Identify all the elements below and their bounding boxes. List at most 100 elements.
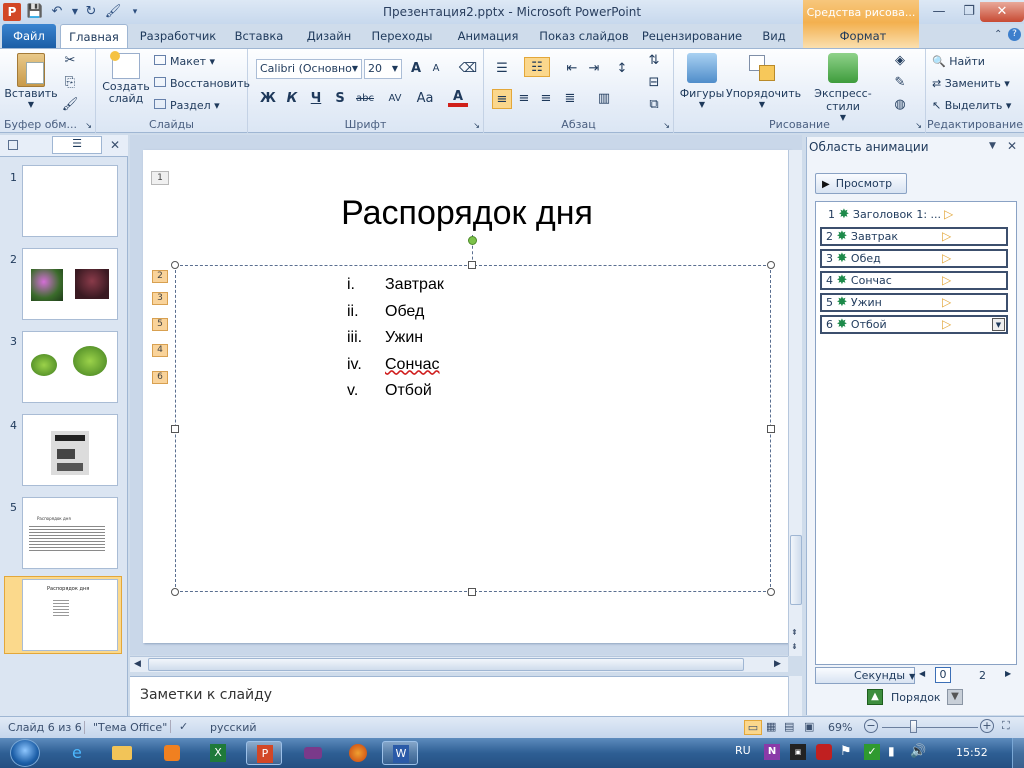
slide-thumbnail-5[interactable]: Распорядок дня bbox=[22, 497, 118, 569]
fit-to-window-icon[interactable]: ⛶ bbox=[1002, 719, 1010, 733]
list-item[interactable]: v. Отбой bbox=[347, 378, 444, 405]
tab-file[interactable]: Файл bbox=[2, 24, 56, 48]
close-animation-pane-icon[interactable]: ✕ bbox=[1007, 139, 1017, 153]
internet-explorer-icon[interactable]: e bbox=[62, 741, 98, 765]
align-center-icon[interactable]: ≡ bbox=[514, 89, 534, 109]
content-placeholder[interactable] bbox=[175, 265, 771, 592]
pane-menu-icon[interactable]: ▼ bbox=[989, 141, 996, 151]
slides-tab-icon[interactable] bbox=[8, 140, 18, 150]
animation-item[interactable]: 6 ✸ Отбой ▷ ▼ bbox=[820, 315, 1008, 334]
paste-button[interactable]: Вставить ▼ bbox=[4, 53, 58, 109]
slide-thumbnail-1[interactable] bbox=[22, 165, 118, 237]
clear-formatting-icon[interactable]: ⌫ bbox=[458, 59, 478, 79]
resize-handle[interactable] bbox=[767, 425, 775, 433]
animation-item[interactable]: 2 ✸ Завтрак ▷ bbox=[820, 227, 1008, 246]
zoom-slider-thumb[interactable] bbox=[910, 720, 917, 733]
drawing-launcher-icon[interactable]: ↘ bbox=[915, 121, 922, 130]
help-icon[interactable]: ? bbox=[1008, 28, 1021, 41]
animation-tag[interactable]: 4 bbox=[152, 344, 168, 357]
animation-tag[interactable]: 5 bbox=[152, 318, 168, 331]
resize-handle[interactable] bbox=[171, 425, 179, 433]
slide-thumbnail-4[interactable] bbox=[22, 414, 118, 486]
excel-icon[interactable]: X bbox=[200, 741, 236, 765]
firefox-icon[interactable] bbox=[340, 741, 376, 765]
new-slide-button[interactable]: Создать слайд bbox=[102, 51, 150, 105]
zoom-level[interactable]: 69% bbox=[828, 721, 852, 734]
slide-thumbnail-6[interactable]: Распорядок дня bbox=[22, 579, 118, 651]
minimize-ribbon-icon[interactable]: ⌃ bbox=[994, 29, 1002, 40]
slide-thumbnail-2[interactable] bbox=[22, 248, 118, 320]
close-pane-icon[interactable]: ✕ bbox=[110, 138, 120, 152]
seconds-dropdown[interactable]: Секунды ▼ bbox=[815, 667, 915, 684]
animation-tag[interactable]: 2 bbox=[152, 270, 168, 283]
shape-effects-icon[interactable]: ◍ bbox=[890, 95, 910, 115]
cut-icon[interactable]: ✂ bbox=[60, 51, 80, 71]
animation-item[interactable]: 1 ✸ Заголовок 1: ... ▷ bbox=[820, 205, 1008, 224]
italic-button[interactable]: К bbox=[282, 89, 302, 109]
resize-handle[interactable] bbox=[767, 261, 775, 269]
font-size-combo[interactable]: 20 ▼ bbox=[364, 59, 402, 79]
align-left-icon[interactable]: ≡ bbox=[492, 89, 512, 109]
tab-view[interactable]: Вид bbox=[752, 24, 796, 48]
powerpoint-taskbar-icon[interactable]: P bbox=[246, 741, 282, 765]
minimize-button[interactable]: — bbox=[926, 2, 952, 22]
shrink-font-icon[interactable]: A bbox=[426, 59, 446, 79]
zoom-out-icon[interactable]: − bbox=[864, 719, 878, 733]
shape-outline-icon[interactable]: ✎ bbox=[890, 73, 910, 93]
resize-handle[interactable] bbox=[767, 588, 775, 596]
vertical-scroll-thumb[interactable] bbox=[790, 535, 802, 605]
find-button[interactable]: 🔍 Найти bbox=[932, 55, 985, 68]
char-spacing-button[interactable]: AV bbox=[382, 89, 408, 109]
bullets-icon[interactable]: ☰ bbox=[492, 59, 512, 79]
resize-handle[interactable] bbox=[171, 261, 179, 269]
input-language[interactable]: RU bbox=[735, 744, 751, 757]
slide-sorter-icon[interactable]: ▦ bbox=[766, 720, 776, 733]
list-item[interactable]: i. Завтрак bbox=[347, 272, 444, 299]
tab-review[interactable]: Рецензирование bbox=[638, 24, 746, 48]
smartart-icon[interactable]: ⧉ bbox=[644, 95, 664, 115]
numbering-icon[interactable]: ☷ bbox=[524, 57, 550, 77]
line-spacing-icon[interactable]: ↕ bbox=[612, 59, 632, 79]
close-button[interactable]: ✕ bbox=[980, 2, 1024, 22]
list-item[interactable]: ii. Обед bbox=[347, 299, 444, 326]
tab-format[interactable]: Формат bbox=[820, 24, 906, 48]
clock[interactable]: 15:52 bbox=[956, 746, 988, 759]
shapes-button[interactable]: Фигуры ▼ bbox=[678, 53, 726, 109]
bold-button[interactable]: Ж bbox=[258, 89, 278, 109]
network-icon[interactable]: ▮ bbox=[888, 744, 895, 758]
underline-button[interactable]: Ч bbox=[306, 89, 326, 109]
reset-button[interactable]: Восстановить bbox=[154, 77, 250, 90]
reading-view-icon[interactable]: ▤ bbox=[784, 720, 794, 733]
tab-transitions[interactable]: Переходы bbox=[366, 24, 438, 48]
zoom-slider[interactable] bbox=[882, 727, 978, 728]
tray-app-icon[interactable]: ▣ bbox=[790, 744, 806, 760]
green-app-icon[interactable] bbox=[294, 741, 330, 765]
tab-home[interactable]: Главная bbox=[60, 24, 128, 49]
animation-item[interactable]: 5 ✸ Ужин ▷ bbox=[820, 293, 1008, 312]
move-down-icon[interactable]: ▼ bbox=[947, 689, 963, 705]
tab-design[interactable]: Дизайн bbox=[296, 24, 362, 48]
rotate-handle[interactable] bbox=[468, 236, 477, 245]
timeline-start[interactable]: 0 bbox=[935, 667, 951, 683]
onenote-tray-icon[interactable]: N bbox=[764, 744, 780, 760]
antivirus-tray-icon[interactable] bbox=[816, 744, 832, 760]
slide-thumbnail-3[interactable] bbox=[22, 331, 118, 403]
justify-icon[interactable]: ≣ bbox=[560, 89, 580, 109]
item-dropdown-icon[interactable]: ▼ bbox=[992, 318, 1005, 331]
clipboard-launcher-icon[interactable]: ↘ bbox=[85, 121, 92, 130]
copy-icon[interactable]: ⎘ bbox=[60, 73, 80, 93]
decrease-indent-icon[interactable]: ⇤ bbox=[562, 59, 582, 79]
show-desktop-button[interactable] bbox=[1012, 738, 1024, 768]
start-button[interactable] bbox=[10, 739, 40, 767]
timeline-back-icon[interactable]: ◀ bbox=[919, 669, 925, 678]
shadow-button[interactable]: S bbox=[330, 89, 350, 109]
font-color-button[interactable]: A bbox=[448, 87, 468, 107]
animation-tag[interactable]: 3 bbox=[152, 292, 168, 305]
next-slide-icon[interactable]: ⇟ bbox=[791, 642, 798, 651]
paragraph-launcher-icon[interactable]: ↘ bbox=[663, 121, 670, 130]
align-text-icon[interactable]: ⊟ bbox=[644, 73, 664, 93]
change-case-button[interactable]: Аа bbox=[412, 89, 438, 109]
text-direction-icon[interactable]: ⇅ bbox=[644, 51, 664, 71]
slide-title[interactable]: Распорядок дня bbox=[143, 194, 791, 233]
animation-item[interactable]: 3 ✸ Обед ▷ bbox=[820, 249, 1008, 268]
